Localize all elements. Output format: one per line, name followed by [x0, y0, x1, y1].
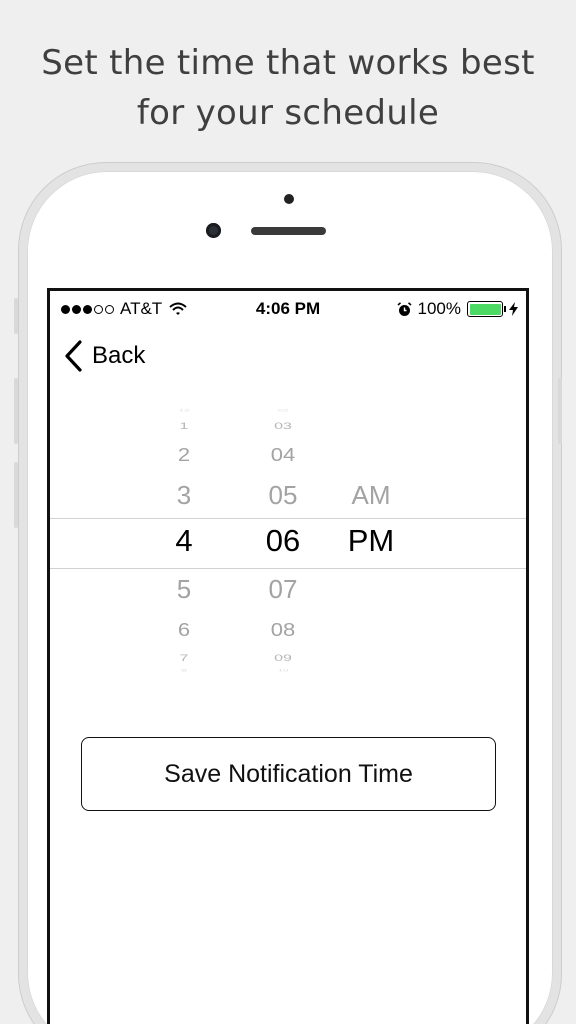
picker-minute-option[interactable]: 08 — [271, 619, 295, 641]
picker-minute-option[interactable]: 04 — [271, 444, 295, 466]
picker-minute-option[interactable]: 03 — [274, 422, 292, 432]
proximity-sensor — [284, 194, 294, 204]
battery-icon — [467, 301, 506, 317]
picker-hour-option[interactable]: 8 — [181, 669, 187, 673]
volume-up-button — [14, 378, 18, 444]
picker-minute-option[interactable]: 09 — [274, 654, 292, 664]
picker-minute-option[interactable]: 06 — [266, 523, 300, 559]
back-button[interactable]: Back — [64, 339, 145, 373]
battery-percent: 100% — [417, 299, 461, 318]
picker-hour-option[interactable]: 5 — [177, 574, 191, 605]
picker-hour-option[interactable]: 1 — [180, 422, 189, 432]
picker-hour-option[interactable]: 2 — [178, 444, 190, 466]
alarm-icon — [396, 301, 412, 316]
picker-minute-option[interactable]: 07 — [269, 574, 298, 605]
save-notification-time-button[interactable]: Save Notification Time — [81, 737, 496, 811]
headline-line-2: for your schedule — [136, 93, 440, 133]
picker-selection-bottom-line — [50, 568, 526, 569]
picker-minute-option[interactable]: 02 — [277, 409, 288, 413]
picker-hour-option[interactable]: 12 — [178, 409, 189, 413]
battery-level-fill — [469, 303, 501, 315]
picker-period-option[interactable]: AM — [352, 480, 391, 511]
front-camera — [206, 223, 221, 238]
earpiece-speaker — [251, 227, 326, 235]
power-button — [558, 378, 562, 444]
picker-period-option[interactable]: PM — [348, 523, 395, 559]
picker-hour-option[interactable]: 4 — [175, 523, 192, 559]
headline-line-1: Set the time that works best — [41, 43, 535, 83]
status-right: 100% — [396, 299, 518, 319]
picker-minute-option[interactable]: 05 — [269, 480, 298, 511]
volume-down-button — [14, 462, 18, 528]
headline: Set the time that works best for your sc… — [0, 38, 576, 138]
status-bar: AT&T 4:06 PM 100% — [50, 291, 526, 327]
picker-minute-option[interactable]: 10 — [277, 669, 288, 673]
picker-hour-option[interactable]: 3 — [177, 480, 191, 511]
picker-hour-option[interactable]: 6 — [178, 619, 190, 641]
back-label: Back — [92, 342, 146, 369]
picker-selection-top-line — [50, 518, 526, 519]
mute-switch — [14, 298, 18, 334]
time-picker[interactable]: 12 1 2 3 4 5 6 7 8 02 03 04 05 06 07 08 09 10 AM PM — [50, 409, 526, 676]
chevron-left-icon — [65, 340, 82, 372]
phone-screen: AT&T 4:06 PM 100% Back 12 1 2 3 4 5 6 7 … — [47, 288, 529, 1024]
picker-hour-option[interactable]: 7 — [180, 654, 189, 664]
charging-bolt-icon — [509, 302, 518, 316]
